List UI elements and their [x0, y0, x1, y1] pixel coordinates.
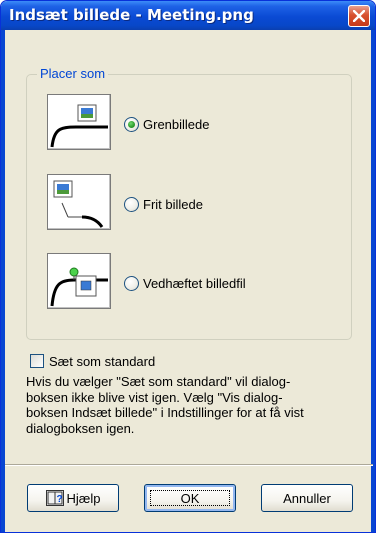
close-button[interactable]: [348, 5, 370, 27]
cancel-button[interactable]: Annuller: [261, 484, 353, 512]
help-book-icon: ?: [45, 490, 64, 506]
attached-image-file-icon[interactable]: [47, 253, 111, 309]
window-frame-left: [1, 30, 5, 532]
branch-image-icon[interactable]: [47, 94, 111, 150]
radio-attached-image-file[interactable]: [124, 276, 139, 291]
title-bar[interactable]: Indsæt billede - Meeting.png: [1, 1, 375, 30]
info-text: Hvis du vælger "Sæt som standard" vil di…: [26, 374, 326, 436]
svg-text:?: ?: [56, 494, 62, 505]
window-title: Indsæt billede - Meeting.png: [9, 6, 254, 24]
radio-branch-image-label[interactable]: Grenbillede: [143, 117, 210, 132]
set-as-default-checkbox[interactable]: [30, 354, 44, 368]
help-button[interactable]: ? Hjælp: [27, 484, 119, 512]
insert-image-dialog: Indsæt billede - Meeting.png Placer som …: [0, 0, 376, 533]
groupbox-legend: Placer som: [37, 66, 109, 81]
info-line: boksen Indsæt billede" i Indstillinger f…: [26, 405, 304, 420]
info-line: dialogboksen igen.: [26, 420, 135, 436]
ok-button[interactable]: OK: [144, 484, 236, 512]
set-as-default-label[interactable]: Sæt som standard: [49, 354, 155, 369]
radio-free-image-label[interactable]: Frit billede: [143, 197, 203, 212]
info-line: Hvis du vælger "Sæt som standard" vil di…: [26, 374, 291, 389]
cancel-button-label: Annuller: [283, 490, 331, 506]
window-frame-right: [371, 30, 375, 532]
radio-free-image[interactable]: [124, 197, 139, 212]
close-icon: [353, 10, 365, 22]
radio-branch-image[interactable]: [124, 117, 139, 132]
radio-attached-image-file-label[interactable]: Vedhæftet billedfil: [143, 276, 246, 291]
info-line: boksen ikke blive vist igen. Vælg "Vis d…: [26, 389, 283, 405]
button-separator: [5, 464, 373, 466]
focus-rectangle: [150, 490, 230, 506]
free-image-icon[interactable]: [47, 174, 111, 230]
help-button-label: Hjælp: [66, 490, 101, 506]
